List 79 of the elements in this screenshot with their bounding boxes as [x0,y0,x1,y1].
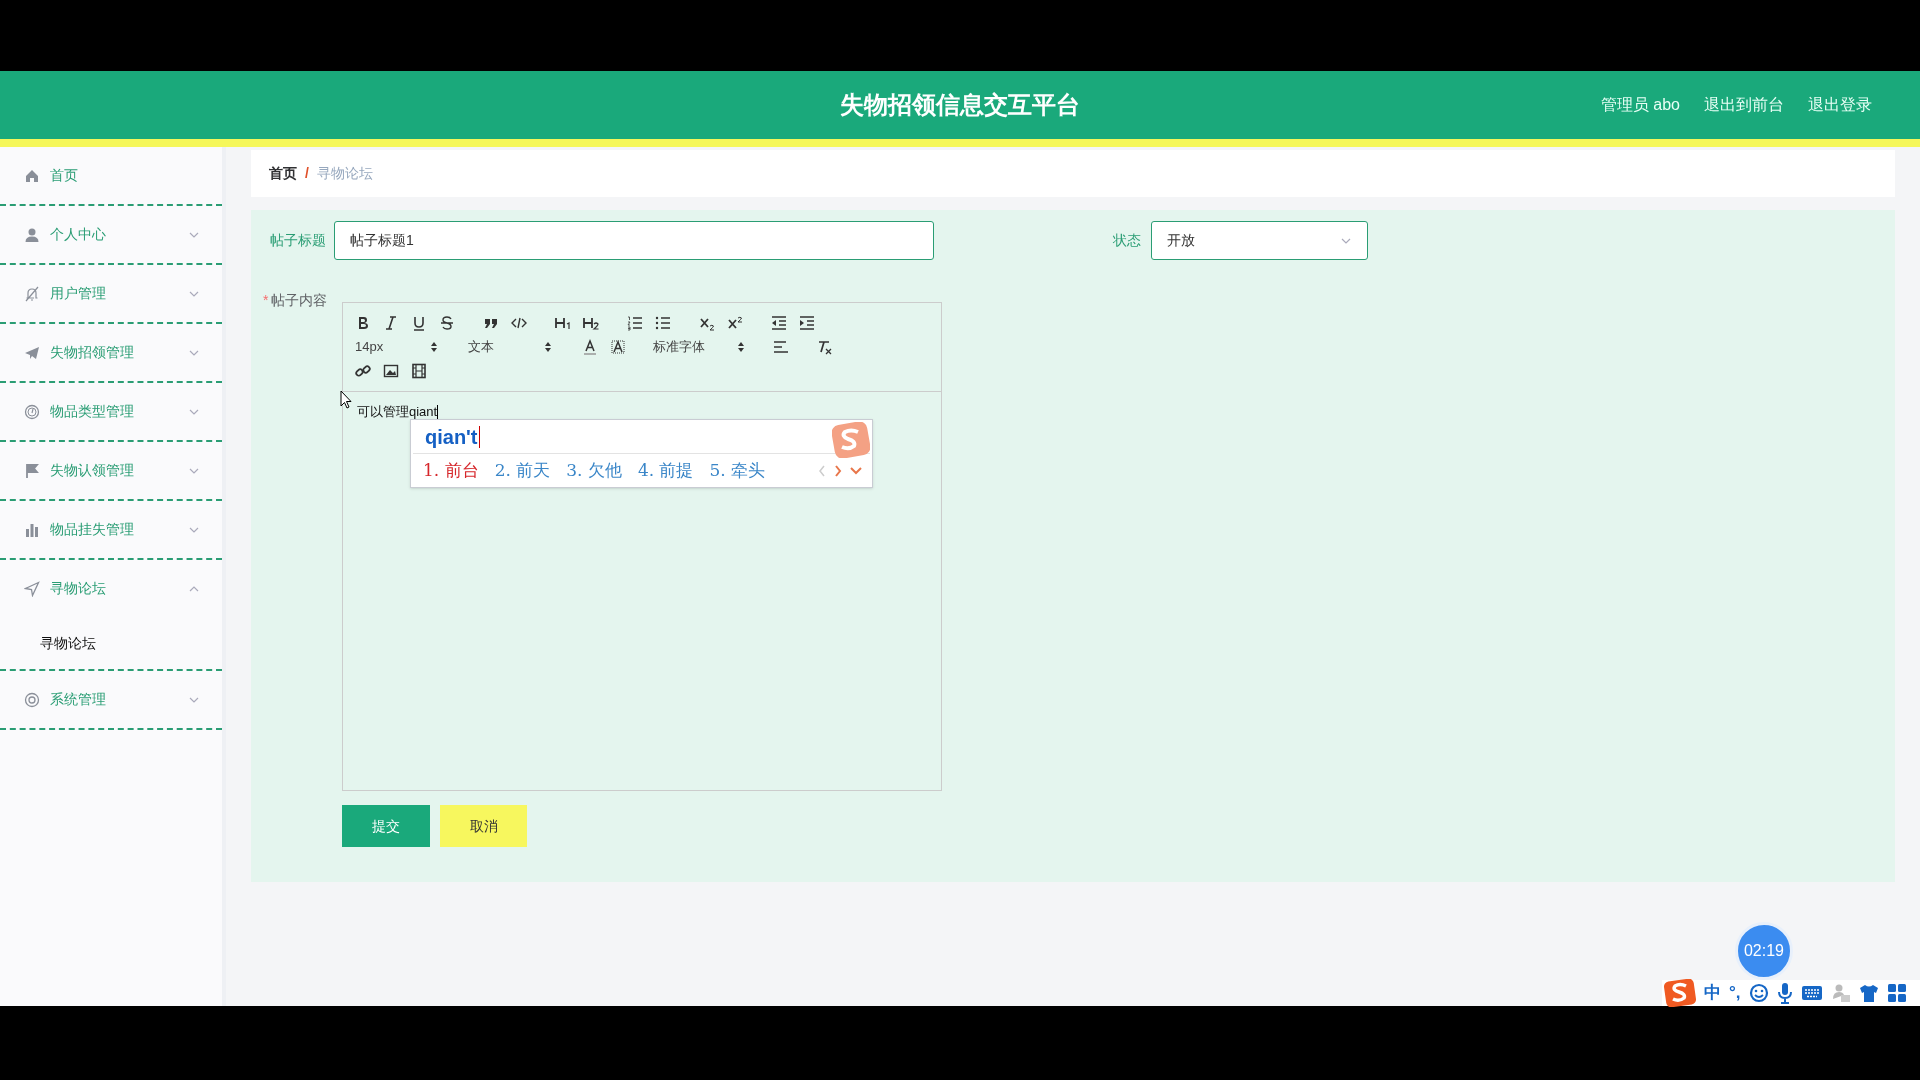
submit-button[interactable]: 提交 [342,805,430,847]
gauge-icon [24,403,40,420]
submenu-item[interactable]: 寻物论坛 [0,617,222,669]
field-label: 帖子内容 [271,291,328,310]
cancel-button[interactable]: 取消 [440,805,527,847]
punctuation-toggle[interactable]: °, [1729,980,1741,1006]
next-page-icon[interactable] [834,464,842,477]
heading-one-icon[interactable] [555,315,571,331]
sidebar-item[interactable]: 个人中心 [0,206,222,263]
ordered-list-icon[interactable] [627,315,643,331]
ime-composition: qian't [425,424,480,450]
underline-icon[interactable] [411,315,427,331]
toolbar-select[interactable]: 标准字体 [653,337,745,357]
sogou-logo-icon [832,421,870,458]
up-down-caret-icon [544,341,552,353]
sidebar-item[interactable]: 失物招领管理 [0,324,222,381]
highlight-icon[interactable] [610,339,626,355]
sidebar-item[interactable]: 系统管理 [0,671,222,728]
chevron-down-icon [1340,236,1352,245]
navigation-icon [24,580,40,597]
ime-candidate[interactable]: 5. 牵头 [709,457,766,484]
field-label: 状态 [1112,231,1142,250]
expand-candidates-icon[interactable] [850,466,862,475]
sidebar-item[interactable]: 寻物论坛 [0,560,222,617]
breadcrumb-separator: / [305,164,309,183]
home-icon [24,167,40,184]
field-label: 帖子标题 [269,231,327,250]
header-link[interactable]: 管理员 abo [1600,93,1680,117]
code-icon[interactable] [511,315,527,331]
shirt-icon[interactable] [1858,983,1879,1003]
required-mark: * [263,291,269,310]
italic-icon[interactable] [383,315,399,331]
film-icon[interactable] [411,363,427,379]
status-select[interactable]: 开放 [1151,221,1368,260]
header-link[interactable]: 退出到前台 [1704,93,1784,117]
timer-badge: 02:19 [1735,922,1793,980]
toolbar-select[interactable]: 14px [355,337,438,357]
sidebar-item[interactable]: 首页 [0,147,222,204]
ime-candidate[interactable]: 3. 欠他 [566,457,622,484]
flag-icon [24,462,40,479]
user-icon [24,226,40,243]
microphone-icon[interactable] [1776,982,1793,1004]
title-input[interactable]: 帖子标题1 [334,221,934,260]
mouse-cursor-icon [340,390,352,410]
app-title: 失物招领信息交互平台 [840,90,1080,120]
sidebar-item[interactable]: 物品挂失管理 [0,501,222,558]
bell-off-icon [24,285,40,302]
editor-text: 可以管理qiant [357,404,439,420]
grid-apps-icon[interactable] [1886,983,1907,1003]
keyboard-icon[interactable] [1800,985,1823,1001]
image-icon[interactable] [383,363,399,379]
breadcrumb-current: 寻物论坛 [316,164,373,183]
ime-candidate[interactable]: 4. 前提 [637,457,694,484]
strikethrough-icon[interactable] [439,315,455,331]
align-left-icon[interactable] [773,339,789,355]
superscript-icon[interactable] [727,315,743,331]
outdent-icon[interactable] [771,315,787,331]
up-down-caret-icon [430,341,438,353]
header-link[interactable]: 退出登录 [1808,93,1872,117]
input-mode-toggle[interactable]: 中 [1704,980,1721,1006]
bullet-list-icon[interactable] [655,315,671,331]
breadcrumb-link[interactable]: 首页 [269,163,297,184]
sogou-logo-icon[interactable] [1664,979,1696,1007]
up-down-caret-icon [737,341,745,353]
smiley-icon[interactable] [1748,983,1769,1003]
sidebar-item[interactable]: 物品类型管理 [0,383,222,440]
sidebar-item[interactable]: 失物认领管理 [0,442,222,499]
clear-format-icon[interactable] [816,339,832,355]
heading-two-icon[interactable] [583,315,599,331]
ime-candidate[interactable]: 2. 前天 [494,457,551,484]
indent-icon[interactable] [799,315,815,331]
link-icon[interactable] [355,363,371,379]
font-color-icon[interactable] [582,339,598,355]
paper-plane-icon [24,344,40,361]
ime-candidate[interactable]: 1. 前台 [423,457,479,484]
editor-content-area[interactable]: 可以管理qiant qian't 1. 前台 2. 前天 3. 欠他 4. 前提 5. 牵头 [343,392,941,790]
bar-chart-icon [24,521,40,538]
sidebar-item[interactable]: 用户管理 [0,265,222,322]
toolbar-select[interactable]: 文本 [468,337,552,357]
